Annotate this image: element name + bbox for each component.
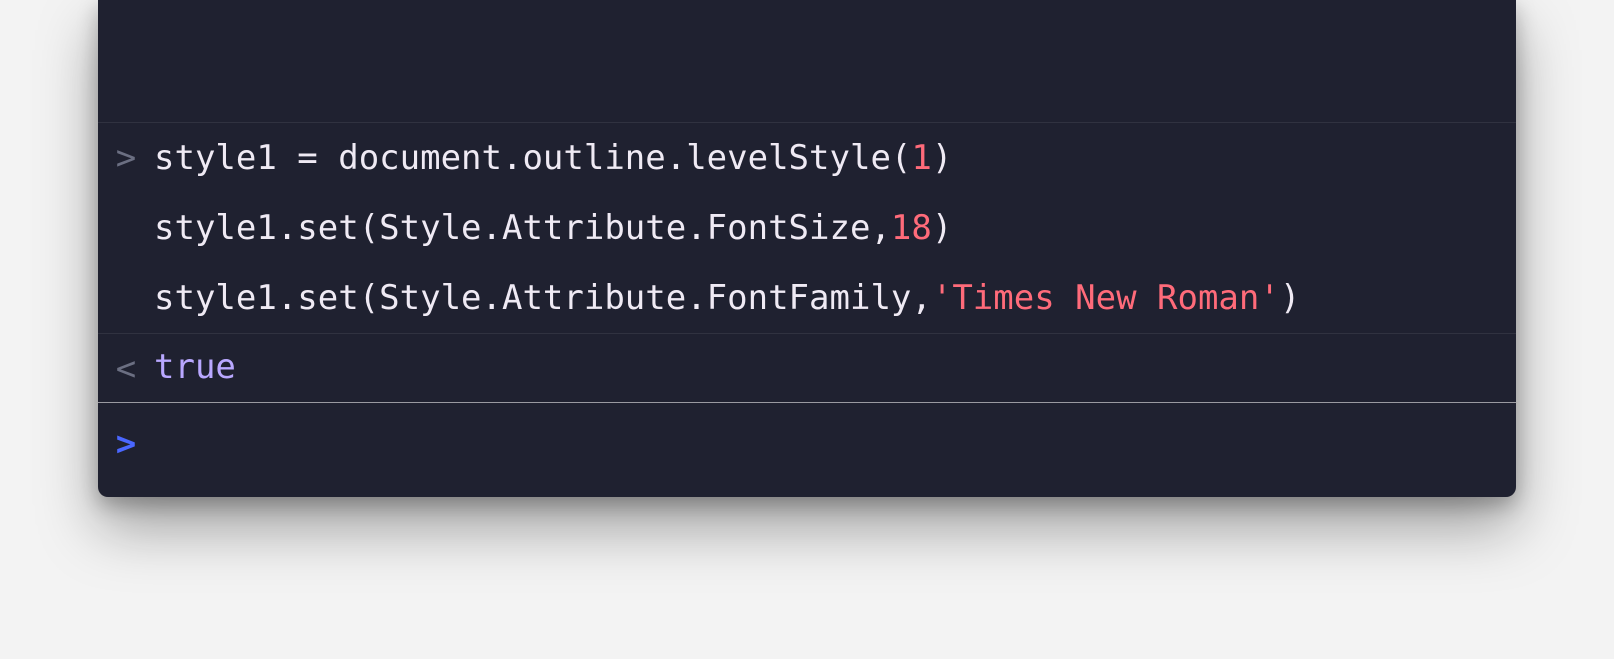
input-prompt-icon: >: [98, 139, 154, 175]
code-line: style1.set(Style.Attribute.FontSize,18): [154, 209, 1496, 279]
active-prompt-block[interactable]: >: [98, 402, 1516, 483]
scrollback-spacer: [98, 0, 1516, 122]
code-token: ): [932, 138, 952, 178]
code-token-number: 18: [891, 208, 932, 248]
console-panel: > style1 = document.outline.levelStyle(1…: [98, 0, 1516, 497]
code-token: ): [1280, 278, 1300, 318]
output-prompt-icon: <: [98, 350, 154, 386]
code-token: style1 = document.outline.levelStyle(: [154, 138, 911, 178]
code-token-string: 'Times New Roman': [932, 278, 1280, 318]
output-block: < true: [98, 333, 1516, 402]
code-line: style1.set(Style.Attribute.FontFamily,'T…: [154, 279, 1496, 317]
active-prompt-icon: >: [98, 425, 154, 461]
code-token-boolean: true: [154, 347, 236, 387]
code-token: ): [932, 208, 952, 248]
output-code: true: [154, 350, 1516, 384]
input-code: style1 = document.outline.levelStyle(1)s…: [154, 139, 1516, 317]
code-token: style1.set(Style.Attribute.FontSize,: [154, 208, 891, 248]
code-token-number: 1: [911, 138, 931, 178]
code-line: style1 = document.outline.levelStyle(1): [154, 139, 1496, 209]
code-token: style1.set(Style.Attribute.FontFamily,: [154, 278, 932, 318]
input-block: > style1 = document.outline.levelStyle(1…: [98, 122, 1516, 333]
